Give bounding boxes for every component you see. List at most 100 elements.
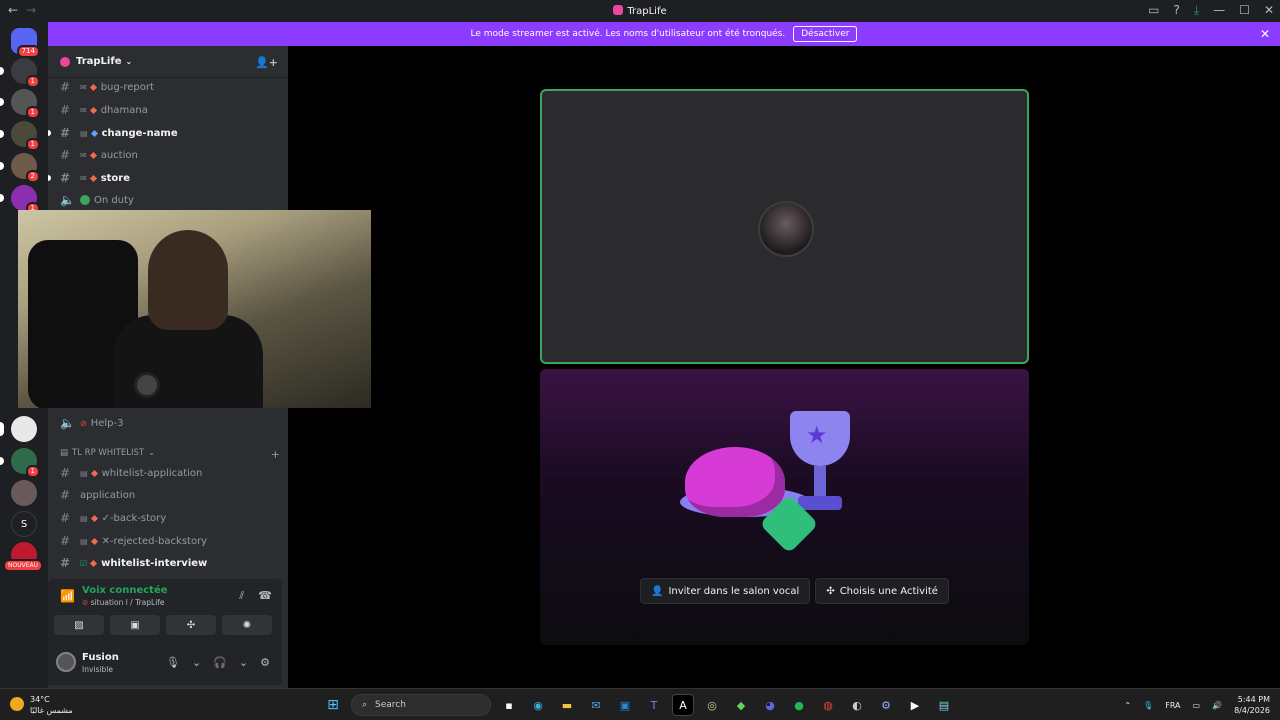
taskbar-search[interactable]: ⌕ Search [351,694,491,716]
channel-item[interactable]: # ▤ change-name [48,123,280,143]
screen-share-button[interactable]: ▣ [110,615,160,635]
app-icon[interactable]: ◎ [701,694,723,716]
channel-item[interactable]: # ✉ store [48,168,280,188]
guild-icon[interactable]: 1 [0,448,40,478]
guild-badge: 1 [25,138,40,151]
chevron-down-icon[interactable]: ⌄ [239,656,248,669]
guild-icon[interactable]: 1 [0,58,40,88]
category-header[interactable]: ▤ TL RP WHITELIST ⌄ + [60,448,280,461]
voice-status-title[interactable]: Voix connectée [82,585,168,596]
clock[interactable]: 5:44 PM 8/4/2026 [1234,694,1270,716]
activity-tile: ★ 👤 Inviter dans le salon vocal ✣ Choisis … [540,369,1029,645]
status-dot-icon [80,195,90,205]
add-user-icon: 👤 [651,585,664,597]
gear-icon[interactable]: ⚙ [260,656,270,669]
teams-icon[interactable]: T [643,694,665,716]
noise-suppression-icon[interactable]: ⫽ [239,589,244,603]
voice-channel-item[interactable]: 🔈 On duty [56,190,280,210]
server-name: TrapLife [76,56,122,67]
choose-activity-button[interactable]: ✣ Choisis une Activité [815,578,949,604]
guild-icon[interactable]: 1 [0,121,40,151]
inbox-icon[interactable]: ▭ [1148,3,1159,18]
guild-badge: 1 [25,465,40,478]
voice-user-tile[interactable] [540,89,1029,364]
unread-pill [0,67,4,75]
illustration-shell [685,447,785,517]
voice-channel-name: situation l / TrapLife [90,598,165,607]
channel-item[interactable]: # ☑ whitelist-interview [56,553,280,573]
maximize-button[interactable]: ☐ [1239,3,1250,18]
add-channel-icon[interactable]: + [271,448,280,461]
channel-item[interactable]: # ✉ bug-report [56,77,280,97]
camera-toggle-button[interactable]: ▨ [54,615,104,635]
guild-badge: 1 [25,106,40,119]
guild-icon-traplife[interactable] [0,416,37,442]
avatar[interactable] [56,652,76,672]
no-entry-icon: ⊘ [82,598,89,607]
discord-icon[interactable]: ◕ [759,694,781,716]
minimize-button[interactable]: — [1213,3,1225,18]
close-icon[interactable]: ✕ [1260,27,1270,41]
chrome-icon[interactable]: ◍ [817,694,839,716]
channel-item[interactable]: # application [56,485,280,505]
spotify-icon[interactable]: ● [788,694,810,716]
invite-to-voice-button[interactable]: 👤 Inviter dans le salon vocal [640,578,811,604]
speaker-icon: 🔈 [60,416,75,430]
system-tray: ⌃ 🎙 FRA ▭ 🔊 5:44 PM 8/4/2026 [1124,694,1270,716]
edge-icon[interactable]: ◉ [527,694,549,716]
settings-icon[interactable]: ⚙ [875,694,897,716]
soundboard-button[interactable]: ✺ [222,615,272,635]
media-player-icon[interactable]: ▶ [904,694,926,716]
file-explorer-icon[interactable]: ▬ [556,694,578,716]
channel-item[interactable]: # ✉ dhamana [56,100,280,120]
invite-label: Inviter dans le salon vocal [668,585,800,597]
start-button[interactable]: ⊞ [322,694,344,716]
disable-streamer-button[interactable]: Désactiver [793,26,858,42]
microphone-icon[interactable]: 🎙 [166,656,180,669]
guild-icon[interactable]: 1 [0,89,40,119]
guild-icon-s[interactable]: S [11,511,37,537]
document-icon: ▤ [80,468,88,478]
unread-pill [48,175,51,181]
guild-icon[interactable] [11,480,37,506]
volume-icon[interactable]: 🔊 [1212,701,1222,710]
mail-icon[interactable]: ✉ [585,694,607,716]
guild-icon[interactable]: 1 [0,185,40,215]
chevron-up-icon[interactable]: ⌃ [1124,701,1131,710]
text-channel-icon: # [60,126,71,140]
app-icon[interactable]: ◐ [846,694,868,716]
home-button[interactable]: 714 [11,28,40,58]
chevron-down-icon[interactable]: ⌄ [192,656,201,669]
invite-people-icon[interactable]: 👤+ [255,56,278,69]
language-indicator[interactable]: FRA [1165,701,1180,710]
app-icon[interactable]: ◆ [730,694,752,716]
guild-icon[interactable]: 2 [0,153,40,183]
microphone-icon[interactable]: 🎙 [1143,701,1153,710]
channel-item[interactable]: # ▤ ✓-back-story [56,508,280,528]
document-icon: ▤ [80,128,88,138]
task-view-icon[interactable]: ▪ [498,694,520,716]
disconnect-icon[interactable]: ☎ [258,589,272,603]
help-icon[interactable]: ? [1173,3,1179,18]
guild-badge: 1 [25,75,40,88]
headphones-icon[interactable]: 🎧 [213,656,227,669]
username[interactable]: Fusion [82,652,119,663]
voice-channel-item[interactable]: 🔈 ⊘ Help-3 [56,413,280,433]
voice-channel-subtitle[interactable]: ⊘ situation l / TrapLife [82,598,165,607]
server-header[interactable]: TrapLife ⌄ 👤+ [48,46,288,78]
activity-button[interactable]: ✣ [166,615,216,635]
notepad-icon[interactable]: ▤ [933,694,955,716]
webcam-overlay [18,210,371,408]
channel-item[interactable]: # ▤ whitelist-application [56,463,280,483]
weather-widget[interactable]: 34°C مشمس غالبًا [10,694,73,716]
close-button[interactable]: ✕ [1264,3,1274,18]
signal-icon: 📶 [60,589,75,603]
window-controls: ▭ ? ⤓ — ☐ ✕ [1148,3,1274,18]
guild-icon-new[interactable]: NOUVEAU [3,542,43,572]
store-icon[interactable]: ▣ [614,694,636,716]
network-icon[interactable]: ▭ [1193,701,1201,710]
channel-item[interactable]: # ▤ ✕-rejected-backstory [56,531,280,551]
download-icon[interactable]: ⤓ [1194,3,1199,18]
terminal-icon[interactable]: A [672,694,694,716]
channel-item[interactable]: # ✉ auction [56,145,280,165]
